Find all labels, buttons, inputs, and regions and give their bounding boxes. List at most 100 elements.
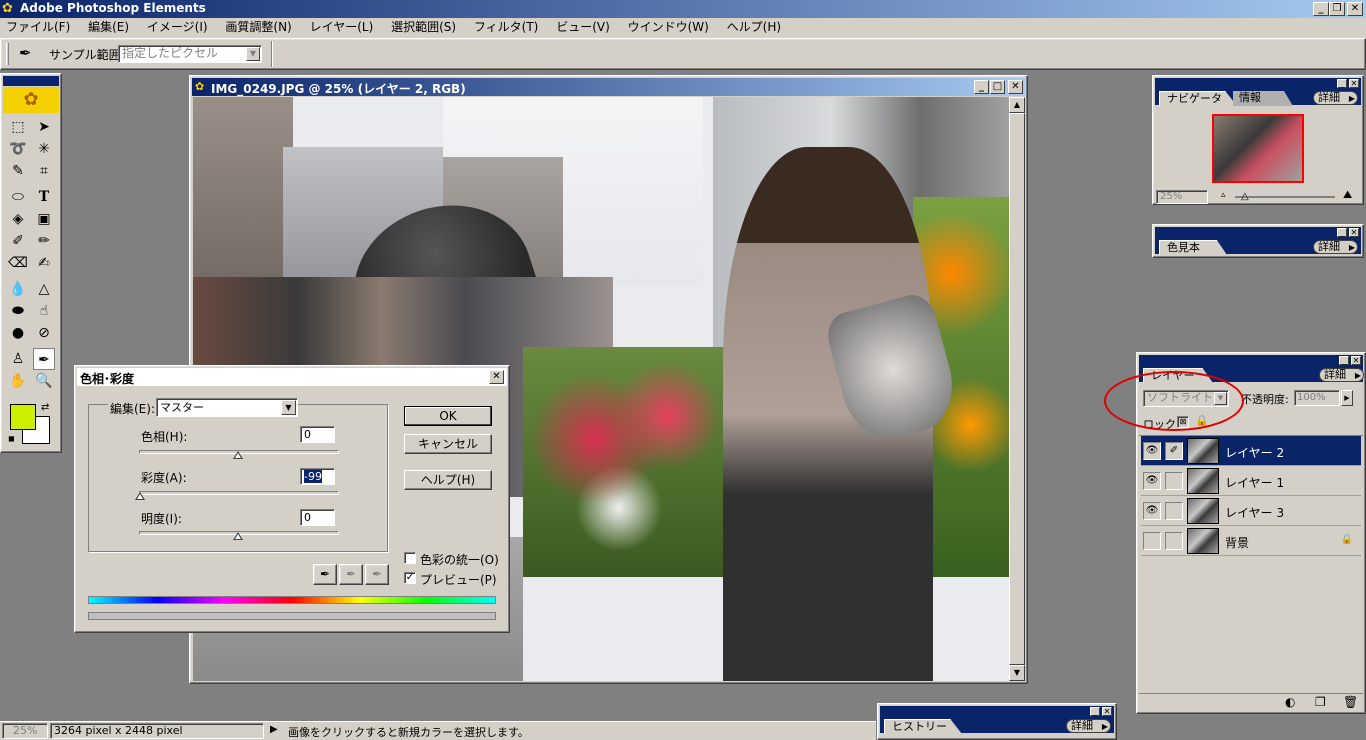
- sponge-tool-icon[interactable]: ⬬: [7, 300, 29, 322]
- hue-input[interactable]: 0: [300, 426, 335, 443]
- link-slot[interactable]: [1165, 502, 1183, 520]
- visibility-slot[interactable]: [1143, 532, 1161, 550]
- minimize-button[interactable]: _: [1313, 2, 1329, 16]
- menu-view[interactable]: ビュー(V): [556, 20, 610, 34]
- clone-stamp-tool-icon[interactable]: ♙: [7, 348, 29, 370]
- layers-close-button[interactable]: ✕: [1351, 356, 1361, 365]
- scroll-up-button[interactable]: ▲: [1009, 97, 1025, 113]
- sharpen-tool-icon[interactable]: △: [33, 278, 55, 300]
- move-tool-icon[interactable]: ➤: [33, 116, 55, 138]
- document-minimize-button[interactable]: _: [974, 80, 989, 94]
- navigator-preview[interactable]: [1212, 114, 1304, 183]
- zoom-slider-thumb[interactable]: △: [1241, 191, 1249, 202]
- lightness-input[interactable]: 0: [300, 509, 335, 526]
- hue-slider-thumb[interactable]: [233, 451, 243, 459]
- zoom-out-icon[interactable]: ▵: [1221, 190, 1226, 200]
- swatches-minimize-button[interactable]: _: [1337, 228, 1347, 237]
- eraser-tool-icon[interactable]: ⌫: [7, 252, 29, 274]
- type-tool-icon[interactable]: T: [33, 186, 55, 208]
- tab-navigator[interactable]: ナビゲータ: [1159, 91, 1237, 106]
- tab-swatches[interactable]: 色見本: [1159, 240, 1227, 255]
- eyedropper-tool-icon[interactable]: ✒: [33, 348, 55, 370]
- navigator-zoom-slider[interactable]: [1235, 196, 1335, 198]
- eye-icon[interactable]: 👁: [1143, 472, 1161, 490]
- foreground-color-swatch[interactable]: [10, 404, 36, 430]
- gradient-tool-icon[interactable]: ▣: [33, 208, 55, 230]
- eye-icon[interactable]: 👁: [1143, 502, 1161, 520]
- layers-minimize-button[interactable]: _: [1339, 356, 1349, 365]
- menu-image[interactable]: イメージ(I): [147, 20, 208, 34]
- document-maximize-button[interactable]: □: [990, 80, 1005, 94]
- hand-tool-icon[interactable]: ✋: [7, 370, 29, 392]
- brush-tool-icon[interactable]: ✐: [7, 230, 29, 252]
- navigator-more-button[interactable]: 詳細: [1313, 91, 1358, 105]
- opacity-input[interactable]: 100%: [1294, 390, 1340, 406]
- menu-window[interactable]: ウインドウ(W): [628, 20, 709, 34]
- lightness-slider-thumb[interactable]: [233, 532, 243, 540]
- history-more-button[interactable]: 詳細: [1066, 719, 1111, 733]
- status-menu-arrow-icon[interactable]: ▶: [270, 724, 278, 735]
- burn-tool-icon[interactable]: ⊘: [33, 322, 55, 344]
- status-zoom-field[interactable]: 25%: [2, 723, 48, 739]
- default-colors-icon[interactable]: ◼: [8, 434, 15, 443]
- navigator-zoom-field[interactable]: 25%: [1156, 190, 1208, 204]
- zoom-in-icon[interactable]: ⛰: [1343, 188, 1352, 202]
- menu-layer[interactable]: レイヤー(L): [310, 20, 374, 34]
- marquee-tool-icon[interactable]: ⬚: [7, 116, 29, 138]
- layer-row-background[interactable]: 背景 🔒: [1141, 526, 1361, 556]
- crop-tool-icon[interactable]: ⌗: [33, 160, 55, 182]
- document-close-button[interactable]: ✕: [1008, 80, 1023, 94]
- dialog-close-button[interactable]: ✕: [489, 370, 504, 384]
- shape-tool-icon[interactable]: ⬭: [7, 186, 29, 208]
- scroll-down-button[interactable]: ▼: [1009, 665, 1025, 681]
- pencil-tool-icon[interactable]: ✏: [33, 230, 55, 252]
- swatches-close-button[interactable]: ✕: [1349, 228, 1359, 237]
- new-layer-icon[interactable]: ❐: [1315, 695, 1326, 709]
- ok-button[interactable]: OK: [404, 406, 492, 426]
- menu-enhance[interactable]: 画質調整(N): [225, 20, 291, 34]
- navigator-close-button[interactable]: ✕: [1349, 79, 1359, 88]
- help-button[interactable]: ヘルプ(H): [404, 470, 492, 490]
- zoom-tool-icon[interactable]: 🔍: [33, 370, 55, 392]
- brush-icon[interactable]: ✐: [1165, 442, 1183, 460]
- selection-brush-tool-icon[interactable]: ✎: [7, 160, 29, 182]
- layers-more-button[interactable]: 詳細: [1319, 368, 1364, 382]
- history-close-button[interactable]: ✕: [1102, 707, 1112, 716]
- close-button[interactable]: ✕: [1347, 2, 1363, 16]
- trash-icon[interactable]: 🗑: [1343, 695, 1358, 709]
- layer-row-layer3[interactable]: 👁 レイヤー 3: [1141, 496, 1361, 526]
- colorize-checkbox[interactable]: [404, 552, 416, 564]
- lasso-tool-icon[interactable]: ➰: [7, 138, 29, 160]
- menu-select[interactable]: 選択範囲(S): [391, 20, 456, 34]
- preview-checkbox[interactable]: ✓: [404, 572, 416, 584]
- eyedropper-plus-button[interactable]: ✒: [339, 564, 363, 585]
- saturation-slider-thumb[interactable]: [135, 492, 145, 500]
- sample-size-select[interactable]: 指定したピクセル ▼: [118, 45, 262, 63]
- dodge-tool-icon[interactable]: ●: [7, 322, 29, 344]
- menu-file[interactable]: ファイル(F): [6, 20, 70, 34]
- saturation-input[interactable]: -99: [300, 468, 335, 485]
- cancel-button[interactable]: キャンセル: [404, 434, 492, 454]
- tab-info[interactable]: 情報: [1233, 91, 1293, 106]
- eyedropper-button[interactable]: ✒: [313, 564, 337, 585]
- adjustment-layer-icon[interactable]: ◐: [1285, 695, 1295, 709]
- opacity-arrow-button[interactable]: ▶: [1341, 390, 1353, 406]
- tab-history[interactable]: ヒストリー: [884, 719, 962, 734]
- navigator-minimize-button[interactable]: _: [1337, 79, 1347, 88]
- impressionist-brush-tool-icon[interactable]: ✍: [33, 252, 55, 274]
- swap-colors-icon[interactable]: ⇄: [41, 402, 49, 413]
- restore-button[interactable]: ❐: [1329, 2, 1345, 16]
- document-vertical-scrollbar[interactable]: ▲ ▼: [1009, 97, 1025, 681]
- preview-label[interactable]: プレビュー(P): [420, 571, 497, 588]
- menu-help[interactable]: ヘルプ(H): [727, 20, 781, 34]
- eyedropper-tool-icon[interactable]: ✒: [19, 44, 32, 62]
- history-minimize-button[interactable]: _: [1090, 707, 1100, 716]
- link-slot[interactable]: [1165, 472, 1183, 490]
- layer-row-layer2[interactable]: 👁 ✐ レイヤー 2: [1141, 436, 1361, 466]
- eye-icon[interactable]: 👁: [1143, 442, 1161, 460]
- edit-select[interactable]: マスター ▼: [156, 398, 298, 417]
- blur-tool-icon[interactable]: 💧: [7, 278, 29, 300]
- smudge-tool-icon[interactable]: ☝: [33, 300, 55, 322]
- layer-row-layer1[interactable]: 👁 レイヤー 1: [1141, 466, 1361, 496]
- eyedropper-minus-button[interactable]: ✒: [365, 564, 389, 585]
